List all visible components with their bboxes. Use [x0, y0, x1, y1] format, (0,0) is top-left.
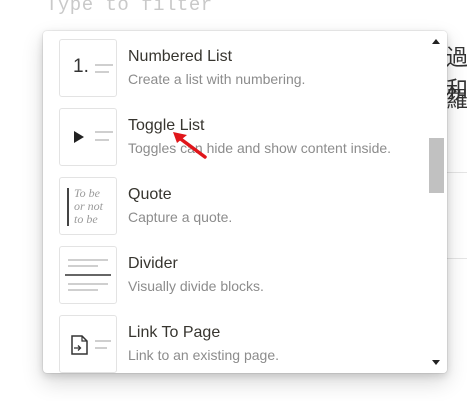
menu-item-description: Visually divide blocks. [128, 278, 264, 294]
scroll-up-icon[interactable] [432, 39, 440, 44]
menu-item-toggle-list[interactable]: Toggle List Toggles can hide and show co… [43, 100, 427, 169]
background-text: 羅 [446, 88, 467, 113]
menu-item-title: Link To Page [128, 324, 221, 341]
scrollbar-thumb[interactable] [429, 138, 444, 193]
menu-item-title: Numbered List [128, 48, 233, 65]
background-divider [446, 258, 467, 259]
menu-item-description: Create a list with numbering. [128, 71, 306, 87]
menu-item-description: Capture a quote. [128, 209, 233, 225]
block-type-list: 1. Numbered List Create a list with numb… [43, 31, 427, 373]
annotation-arrow-icon [173, 132, 207, 159]
menu-item-link-to-page[interactable]: Link To Page Link to an existing page. [43, 307, 427, 373]
menu-item-quote[interactable]: To be or not to be Quote Capture a quote… [43, 169, 427, 238]
menu-item-description: Link to an existing page. [128, 347, 279, 363]
divider-icon [59, 246, 117, 304]
quote-icon: To be or not to be [59, 177, 117, 235]
menu-item-divider[interactable]: Divider Visually divide blocks. [43, 238, 427, 307]
toggle-list-icon [59, 108, 117, 166]
numbered-list-icon: 1. [59, 39, 117, 97]
block-type-menu: 1. Numbered List Create a list with numb… [43, 31, 447, 373]
menu-scrollbar[interactable] [427, 31, 447, 373]
background-divider [446, 172, 467, 173]
filter-placeholder[interactable]: Type to filter [46, 0, 213, 16]
menu-item-title: Divider [128, 255, 178, 272]
menu-item-numbered-list[interactable]: 1. Numbered List Create a list with numb… [43, 31, 427, 100]
link-page-icon [59, 315, 117, 373]
menu-item-title: Quote [128, 186, 172, 203]
scroll-down-icon[interactable] [432, 360, 440, 365]
menu-item-description: Toggles can hide and show content inside… [128, 140, 392, 156]
